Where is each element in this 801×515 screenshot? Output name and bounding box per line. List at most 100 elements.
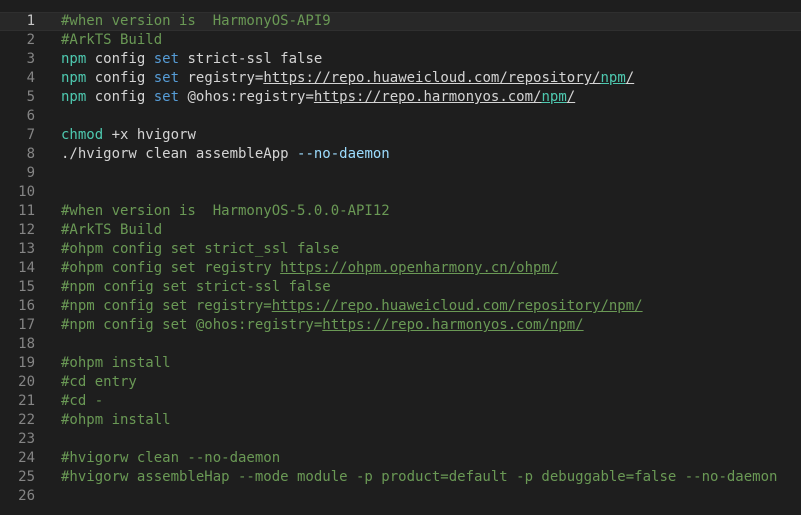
line-number: 8 <box>26 146 35 162</box>
code-line[interactable]: 14 #ohpm config set registry https://ohpm… <box>0 259 801 278</box>
line-code[interactable]: npm config set @ohos:registry=https://re… <box>61 88 575 107</box>
code-line[interactable]: 26 <box>0 487 801 506</box>
code-line[interactable]: 16 #npm config set registry=https://repo.… <box>0 297 801 316</box>
code-line[interactable]: 18 <box>0 335 801 354</box>
code-line[interactable]: 22 #ohpm install <box>0 411 801 430</box>
line-number: 26 <box>18 488 35 504</box>
line-number: 10 <box>18 184 35 200</box>
code-token: npm <box>61 89 87 105</box>
code-line[interactable]: 17 #npm config set @ohos:registry=https:/… <box>0 316 801 335</box>
line-number: 23 <box>18 431 35 447</box>
line-code[interactable]: #ArkTS Build <box>61 31 162 50</box>
line-code[interactable]: #when version is HarmonyOS-5.0.0-API12 <box>61 202 390 221</box>
code-token: #ArkTS Build <box>61 32 163 48</box>
line-number: 16 <box>18 298 35 314</box>
line-code[interactable]: chmod +x hvigorw <box>61 126 196 145</box>
code-token: set <box>153 89 180 105</box>
line-code[interactable]: #npm config set @ohos:registry=https://r… <box>61 316 584 335</box>
line-code[interactable]: #when version is HarmonyOS-API9 <box>61 13 331 30</box>
line-code[interactable]: #ohpm config set strict_ssl false <box>61 240 339 259</box>
code-line[interactable]: 5 npm config set @ohos:registry=https://r… <box>0 88 801 107</box>
code-token: #ohpm config set strict_ssl false <box>61 241 340 257</box>
line-number: 12 <box>18 222 35 238</box>
code-token: #npm config set registry= <box>61 298 272 314</box>
line-number: 13 <box>18 241 35 257</box>
line-code[interactable]: #npm config set strict-ssl false <box>61 278 331 297</box>
code-token: #ArkTS Build <box>61 222 163 238</box>
line-code[interactable]: #ohpm config set registry https://ohpm.o… <box>61 259 558 278</box>
line-code[interactable]: #hvigorw assembleHap --mode module -p pr… <box>61 468 777 487</box>
line-number: 4 <box>26 70 35 86</box>
line-number: 25 <box>18 469 35 485</box>
code-line[interactable]: 12 #ArkTS Build <box>0 221 801 240</box>
code-line[interactable]: 8 ./hvigorw clean assembleApp --no-daemon <box>0 145 801 164</box>
code-token: registry= <box>179 70 264 86</box>
code-line[interactable]: 19 #ohpm install <box>0 354 801 373</box>
code-line[interactable]: 7 chmod +x hvigorw <box>0 126 801 145</box>
code-line[interactable]: 10 <box>0 183 801 202</box>
code-line[interactable]: 4 npm config set registry=https://repo.hu… <box>0 69 801 88</box>
code-token: set <box>153 51 180 67</box>
line-number: 3 <box>26 51 35 67</box>
line-code[interactable]: #cd - <box>61 392 103 411</box>
line-number: 1 <box>26 13 35 29</box>
editor-lines[interactable]: 1 #when version is HarmonyOS-API9 2 #ArkTS … <box>0 12 801 506</box>
code-token: https://repo.harmonyos.com/npm/ <box>322 317 584 333</box>
code-line[interactable]: 1 #when version is HarmonyOS-API9 <box>0 12 801 31</box>
code-line[interactable]: 21 #cd - <box>0 392 801 411</box>
code-line[interactable]: 24 #hvigorw clean --no-daemon <box>0 449 801 468</box>
line-number: 2 <box>26 32 35 48</box>
code-token: https://repo.huaweicloud.com/repository/… <box>271 298 643 314</box>
line-number: 20 <box>18 374 35 390</box>
line-number: 19 <box>18 355 35 371</box>
line-code[interactable]: #ohpm install <box>61 354 171 373</box>
line-code[interactable]: #hvigorw clean --no-daemon <box>61 449 280 468</box>
line-number: 9 <box>26 165 35 181</box>
line-code[interactable]: #cd entry <box>61 373 137 392</box>
code-line[interactable]: 25 #hvigorw assembleHap --mode module -p … <box>0 468 801 487</box>
line-code[interactable]: #npm config set registry=https://repo.hu… <box>61 297 643 316</box>
code-token: #hvigorw clean --no-daemon <box>61 450 281 466</box>
line-number: 17 <box>18 317 35 333</box>
code-token: +x hvigorw <box>103 127 196 143</box>
line-number: 7 <box>26 127 35 143</box>
line-code[interactable]: #ArkTS Build <box>61 221 162 240</box>
line-code[interactable]: #ohpm install <box>61 411 171 430</box>
line-number: 14 <box>18 260 35 276</box>
line-code[interactable]: ./hvigorw clean assembleApp --no-daemon <box>61 145 390 164</box>
line-number: 5 <box>26 89 35 105</box>
code-line[interactable]: 15 #npm config set strict-ssl false <box>0 278 801 297</box>
code-token: strict-ssl false <box>179 51 323 67</box>
code-line[interactable]: 2 #ArkTS Build <box>0 31 801 50</box>
code-token: #cd - <box>61 393 104 409</box>
line-number: 22 <box>18 412 35 428</box>
code-line[interactable]: 13 #ohpm config set strict_ssl false <box>0 240 801 259</box>
code-line[interactable]: 23 <box>0 430 801 449</box>
code-token: @ohos:registry= <box>179 89 314 105</box>
code-token: / <box>566 89 576 105</box>
code-token: config <box>86 51 154 67</box>
code-token: npm <box>541 89 567 105</box>
code-token: config <box>86 70 154 86</box>
code-line[interactable]: 11 #when version is HarmonyOS-5.0.0-API12 <box>0 202 801 221</box>
code-token: npm <box>61 51 87 67</box>
line-code[interactable]: npm config set strict-ssl false <box>61 50 322 69</box>
code-token: https://repo.harmonyos.com/ <box>313 89 542 105</box>
code-line[interactable]: 6 <box>0 107 801 126</box>
code-editor[interactable]: 1 #when version is HarmonyOS-API9 2 #ArkTS … <box>0 0 801 515</box>
code-token: #ohpm install <box>61 355 171 371</box>
code-token: https://repo.huaweicloud.com/repository/ <box>263 70 601 86</box>
code-line[interactable]: 20 #cd entry <box>0 373 801 392</box>
line-number: 24 <box>18 450 35 466</box>
line-code[interactable]: npm config set registry=https://repo.hua… <box>61 69 634 88</box>
code-token: ./hvigorw clean assembleApp <box>61 146 298 162</box>
code-token: #when version is HarmonyOS-5.0.0-API12 <box>61 203 390 219</box>
code-token: #hvigorw assembleHap --mode module -p pr… <box>61 469 778 485</box>
code-line[interactable]: 3 npm config set strict-ssl false <box>0 50 801 69</box>
code-token: #when version is HarmonyOS-API9 <box>61 13 331 29</box>
code-token: #npm config set @ohos:registry= <box>61 317 323 333</box>
code-token: --no-daemon <box>297 146 390 162</box>
line-number: 6 <box>26 108 35 124</box>
line-number: 11 <box>18 203 35 219</box>
code-line[interactable]: 9 <box>0 164 801 183</box>
